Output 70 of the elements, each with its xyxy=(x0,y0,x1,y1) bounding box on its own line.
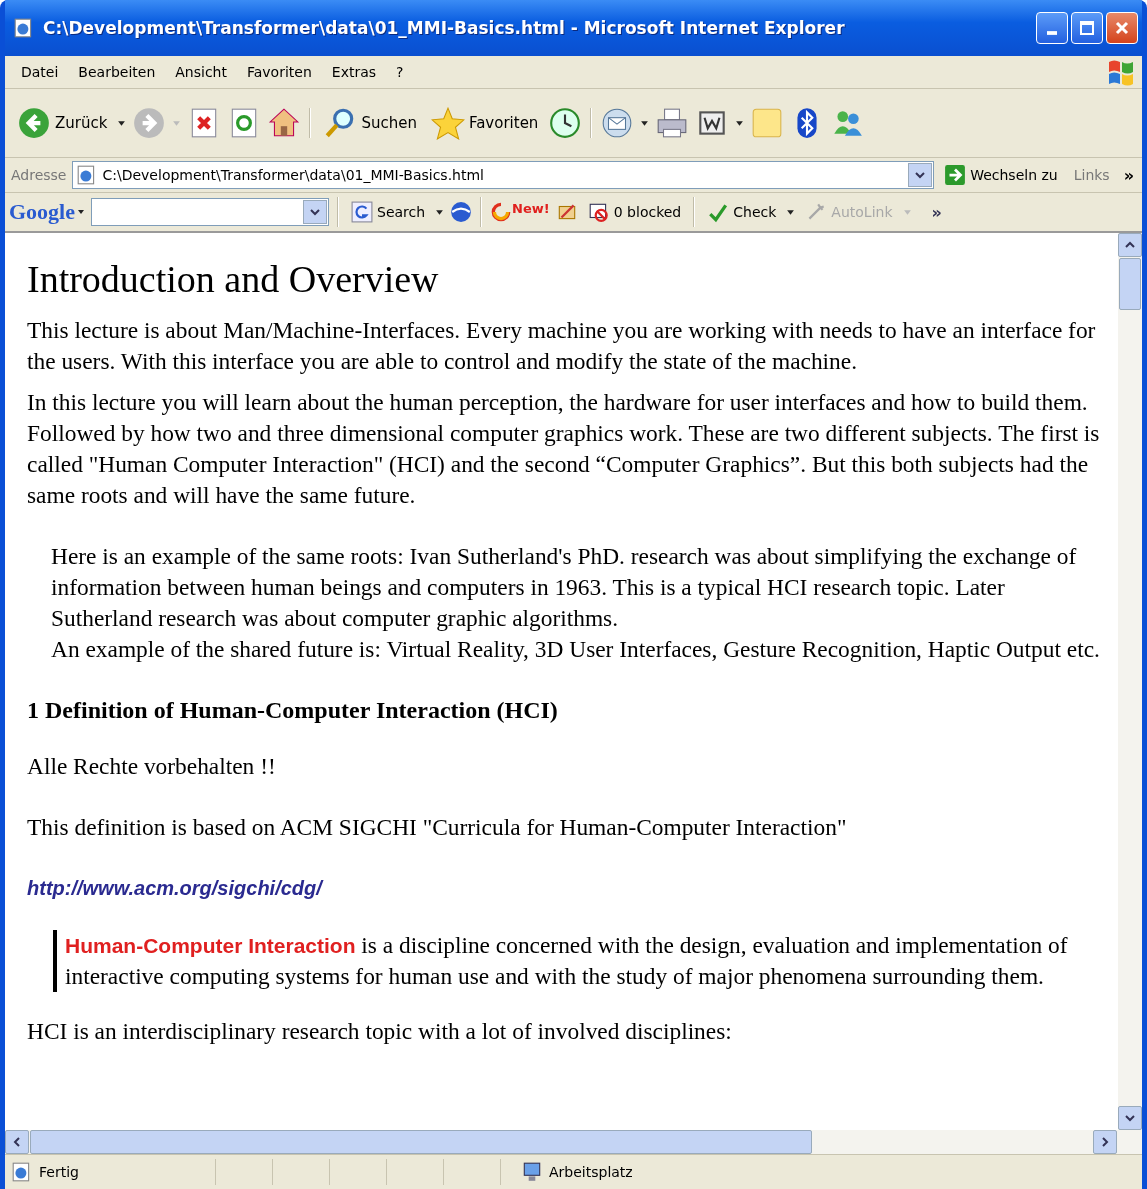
caret-icon[interactable] xyxy=(640,118,650,128)
paragraph: An example of the shared future is: Virtual Reality, 3D User Interfaces, Gesture Recognition, Haptic Output etc. xyxy=(51,635,1100,664)
maximize-icon xyxy=(1077,18,1097,38)
address-label: Adresse xyxy=(11,167,67,183)
menu-item[interactable]: Ansicht xyxy=(167,62,235,82)
menu-item[interactable]: Bearbeiten xyxy=(70,62,164,82)
scroll-thumb[interactable] xyxy=(1119,258,1141,310)
swirl-icon xyxy=(490,201,513,223)
chevron-icon xyxy=(1125,1113,1135,1123)
scroll-down-button[interactable] xyxy=(1118,1106,1142,1130)
search-pane-button[interactable]: Suchen xyxy=(319,104,421,142)
minimize-button[interactable] xyxy=(1036,12,1068,44)
computer-icon xyxy=(521,1161,543,1183)
minimize-icon xyxy=(1047,31,1057,35)
links-button[interactable]: Links xyxy=(1073,167,1110,183)
google-search-field[interactable] xyxy=(91,198,329,226)
popup-blocker-button[interactable]: 0 blocked xyxy=(583,199,686,225)
history-icon[interactable] xyxy=(548,106,583,140)
star-icon xyxy=(430,106,465,140)
menu-item[interactable]: Datei xyxy=(13,62,67,82)
back-button[interactable]: Zurück xyxy=(13,104,112,142)
more-button[interactable]: » xyxy=(1115,165,1142,185)
url-link[interactable]: http://www.acm.org/sigchi/cdg/ xyxy=(27,873,322,904)
go-button[interactable]: Wechseln zu xyxy=(940,162,1062,188)
definition-quote: Human-Computer Interaction is a discipline concerned with the design, evaluation and implementation of interactive computing systems for human use and with the study of major phenomena surrounding them. xyxy=(53,930,1100,992)
chevron-icon xyxy=(12,1137,22,1147)
chevron-icon xyxy=(1125,240,1135,250)
scroll-up-button[interactable] xyxy=(1118,233,1142,257)
blocked-window-icon xyxy=(587,201,610,223)
address-field[interactable]: C:\Development\Transformer\data\01_MMI-Basics.html xyxy=(72,161,935,189)
status-text: Fertig xyxy=(39,1164,80,1180)
web-search-button[interactable]: Search xyxy=(347,199,430,225)
window-title: C:\Development\Transformer\data\01_MMI-Basics.html - Microsoft Internet Explorer xyxy=(43,18,846,38)
paragraph: HCI is an interdisciplinary research topic with a lot of involved disciplines: xyxy=(27,1017,733,1046)
globe-icon[interactable] xyxy=(450,201,473,223)
spell-check-button[interactable]: Check xyxy=(703,199,781,225)
caret-icon xyxy=(77,208,85,216)
paragraph: This definition is based on ACM SIGCHI "Curricula for Human-Computer Interaction" xyxy=(27,813,848,842)
favorites-button[interactable]: Favoriten xyxy=(426,104,543,142)
popup-button[interactable]: New! xyxy=(490,201,550,223)
chevron-icon xyxy=(1100,1137,1110,1147)
page-heading: Introduction and Overview xyxy=(27,257,440,301)
close-button[interactable] xyxy=(1106,12,1138,44)
zone-text: Arbeitsplatz xyxy=(549,1164,633,1180)
horizontal-scrollbar[interactable] xyxy=(5,1130,1142,1154)
caret-icon[interactable] xyxy=(117,118,127,128)
notice-text: Alle Rechte vorbehalten !! xyxy=(27,752,277,781)
caret-icon[interactable] xyxy=(735,118,745,128)
paragraph: In this lecture you will learn about the human perception, the hardware for user interfaces and how to build them. Followed by how two and three dimensional computer graphics work. These are two different subjects. The first is called "Human Computer Interaction" (HCI) and the second “Computer Graphics”. But this both subjects had the same roots and will have the same future. xyxy=(27,388,1100,510)
scroll-thumb[interactable] xyxy=(30,1130,812,1154)
more-button[interactable]: » xyxy=(917,202,956,222)
caret-icon[interactable] xyxy=(435,207,445,217)
vertical-scrollbar[interactable] xyxy=(1118,233,1142,1130)
scroll-left-button[interactable] xyxy=(5,1130,29,1154)
maximize-button[interactable] xyxy=(1071,12,1103,44)
dropdown-button[interactable] xyxy=(908,163,933,187)
caret-icon[interactable] xyxy=(786,207,796,217)
menu-item[interactable]: ? xyxy=(388,62,412,82)
dropdown-button[interactable] xyxy=(303,200,327,224)
scroll-right-button[interactable] xyxy=(1093,1130,1117,1154)
google-menu-button[interactable]: Google xyxy=(9,199,85,225)
new-label: New! xyxy=(512,201,550,216)
chevron-icon xyxy=(915,170,926,180)
paragraph: This lecture is about Man/Machine-Interfaces. Every machine you are working with needs to have an interface for the users. With this interface you are able to control and modify the state of the machine. xyxy=(27,316,1097,376)
chevron-icon xyxy=(310,207,320,217)
menu-item[interactable]: Favoriten xyxy=(239,62,320,82)
letter-icon xyxy=(351,201,373,223)
section-heading: 1 Definition of Human-Computer Interaction (HCI) xyxy=(27,696,559,725)
paragraph: Here is an example of the same roots: Ivan Sutherland's PhD. research was about simplifying the exchange of information between human beings and computers in 1963. This is a typical HCI research topic. Later Sutherland research was about computer graphic algorithms. xyxy=(51,542,1078,633)
menu-item[interactable]: Extras xyxy=(323,62,385,82)
